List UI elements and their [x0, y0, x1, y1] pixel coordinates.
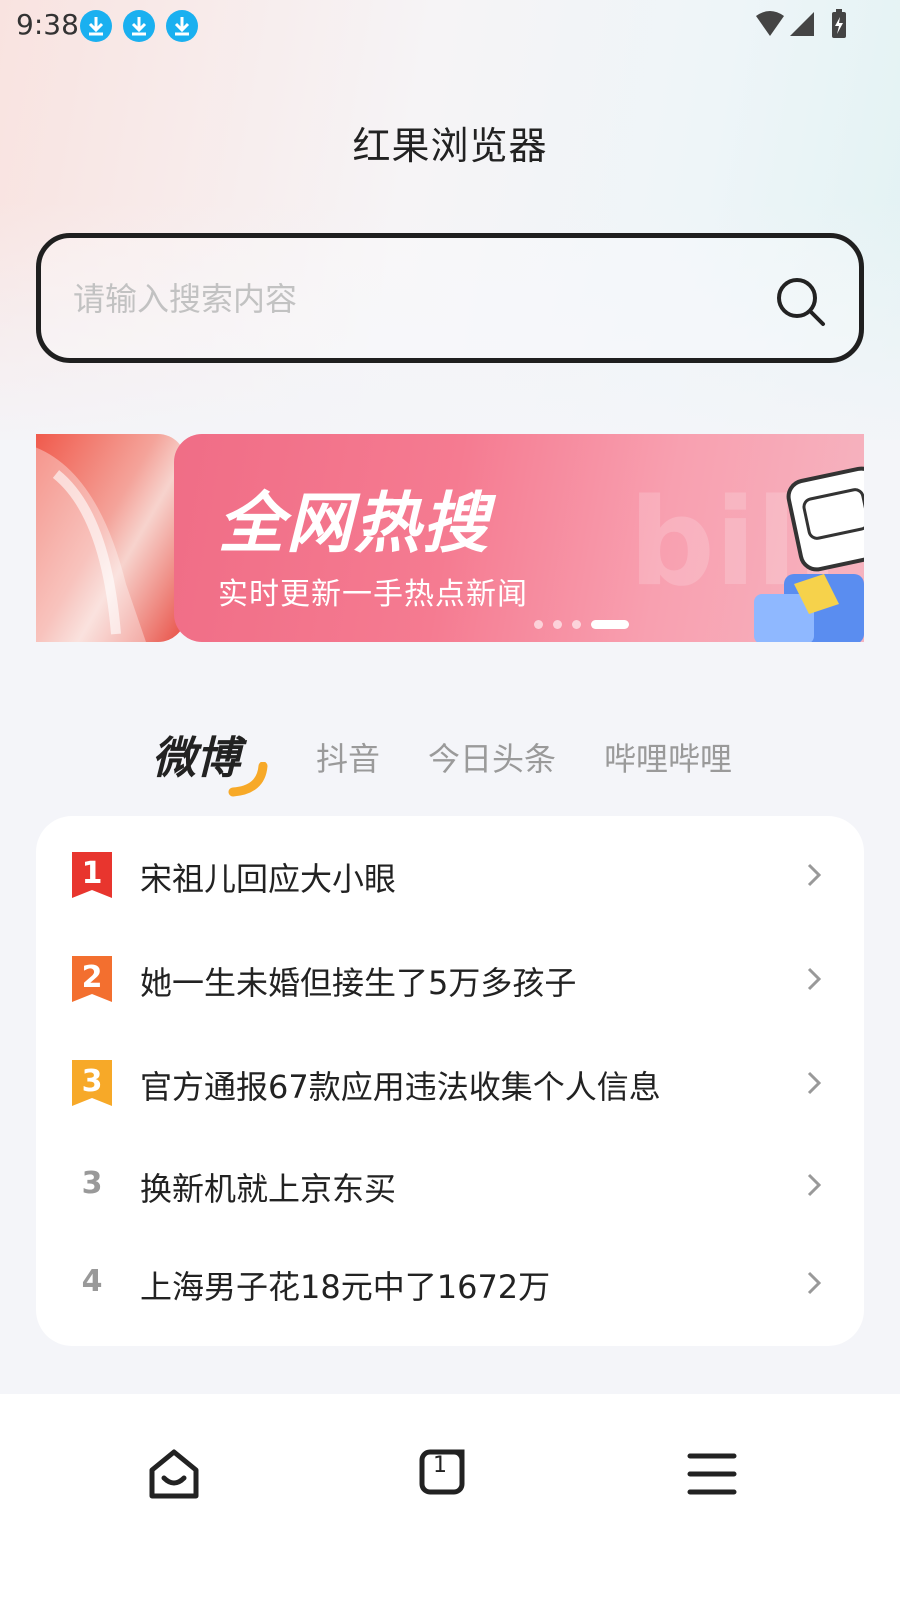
home-icon[interactable] [144, 1444, 204, 1504]
status-time: 9:38 [16, 8, 79, 41]
rank-number: 3 [81, 1166, 103, 1201]
banner-slide-previous[interactable] [36, 434, 186, 642]
chevron-right-icon [807, 1173, 822, 1197]
search-icon[interactable] [773, 274, 829, 330]
hot-list-item[interactable]: 1 宋祖儿回应大小眼 [36, 852, 864, 952]
hot-source-tabs: 微博 抖音 今日头条 哔哩哔哩 [0, 722, 900, 802]
signal-icon [790, 12, 814, 36]
tab-bilibili[interactable]: 哔哩哔哩 [604, 734, 732, 780]
menu-icon[interactable] [682, 1444, 742, 1504]
tabs-button[interactable]: 1 [418, 1444, 478, 1504]
status-icons [756, 8, 856, 44]
app-title: 红果浏览器 [352, 124, 548, 168]
rank-badge: 3 [72, 1060, 112, 1106]
pagination-dot [572, 620, 581, 629]
hot-item-title: 她一生未婚但接生了5万多孩子 [140, 964, 577, 1002]
download-icon [123, 10, 155, 42]
status-bar: 9:38 [0, 0, 900, 52]
banner-title: 全网热搜 [218, 485, 490, 562]
rank-number: 4 [81, 1264, 103, 1299]
chevron-right-icon [807, 1271, 822, 1295]
hot-list-item[interactable]: 3 官方通报67款应用违法收集个人信息 [36, 1060, 864, 1160]
rank-badge: 1 [72, 852, 112, 898]
tab-toutiao[interactable]: 今日头条 [428, 734, 556, 780]
pagination-dot [553, 620, 562, 629]
hot-item-title: 官方通报67款应用违法收集个人信息 [140, 1068, 661, 1106]
tab-douyin[interactable]: 抖音 [316, 734, 380, 780]
pagination-dot [534, 620, 543, 629]
chevron-right-icon [807, 1071, 822, 1095]
hot-list-item[interactable]: 4 上海男子花18元中了1672万 [36, 1260, 864, 1360]
chevron-right-icon [807, 863, 822, 887]
tab-count: 1 [433, 1453, 447, 1478]
rank-badge: 2 [72, 956, 112, 1002]
chevron-right-icon [807, 967, 822, 991]
bottom-nav: 1 [0, 1394, 900, 1600]
weibo-swoosh-icon [228, 762, 268, 797]
hot-list-item[interactable]: 3 换新机就上京东买 [36, 1162, 864, 1262]
download-icon [80, 10, 112, 42]
banner-subtitle: 实时更新一手热点新闻 [218, 577, 528, 612]
hot-list: 1 宋祖儿回应大小眼 2 她一生未婚但接生了5万多孩子 3 官方通报67款应用违… [36, 816, 864, 1346]
hot-list-item[interactable]: 2 她一生未婚但接生了5万多孩子 [36, 956, 864, 1056]
hot-item-title: 上海男子花18元中了1672万 [140, 1268, 551, 1306]
hot-item-title: 换新机就上京东买 [140, 1170, 397, 1208]
banner-pagination [534, 614, 639, 633]
search-box[interactable] [36, 233, 864, 363]
tv-mascot-illustration [754, 466, 864, 642]
wifi-icon [756, 11, 784, 36]
pagination-dot-active [591, 620, 629, 629]
search-input[interactable] [73, 274, 753, 324]
download-icon [166, 10, 198, 42]
hot-item-title: 宋祖儿回应大小眼 [140, 860, 397, 898]
hot-search-banner[interactable]: bili 全网热搜 实时更新一手热点新闻 [174, 434, 864, 642]
